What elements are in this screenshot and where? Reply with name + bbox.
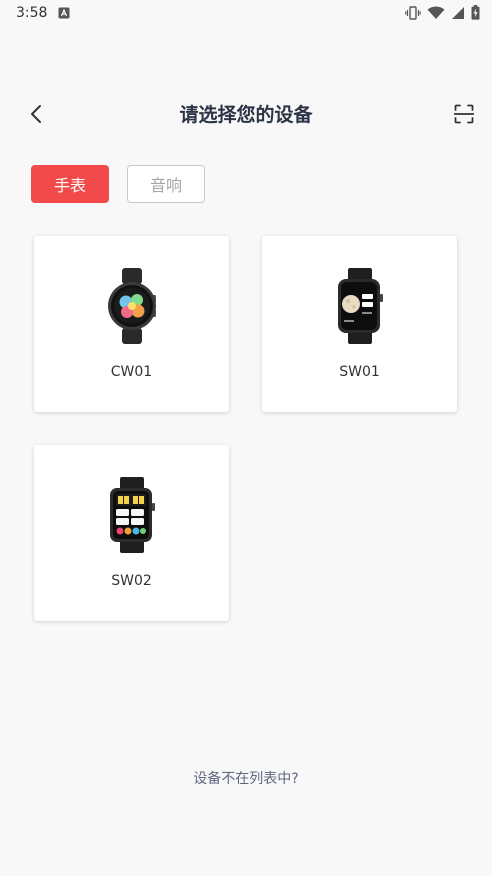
device-name: CW01 [110,364,153,380]
device-name: SW01 [339,364,380,380]
vibrate-icon [405,5,421,20]
header: 请选择您的设备 [0,90,492,136]
status-bar: 3:58 [0,0,492,28]
round-smartwatch-icon [107,268,156,344]
square-smartwatch-icon [109,477,155,553]
device-card-cw01[interactable]: CW01 [34,236,229,412]
device-card-sw02[interactable]: SW02 [34,445,229,621]
device-not-listed-link[interactable]: 设备不在列表中? [0,768,492,788]
cellular-signal-icon [452,6,464,19]
square-smartwatch-icon [337,268,383,344]
battery-charging-icon [471,5,480,20]
device-name: SW02 [111,573,152,589]
app-notification-icon [58,7,70,19]
scan-icon [454,104,474,124]
status-time: 3:58 [16,5,48,21]
tab-watch[interactable]: 手表 [31,165,109,203]
page-title: 请选择您的设备 [179,104,313,126]
scan-button[interactable] [450,100,478,128]
category-tabs: 手表 音响 [31,165,205,203]
tab-speaker[interactable]: 音响 [127,165,205,203]
status-icons [405,5,480,20]
device-card-sw01[interactable]: SW01 [262,236,457,412]
wifi-icon [427,6,445,19]
